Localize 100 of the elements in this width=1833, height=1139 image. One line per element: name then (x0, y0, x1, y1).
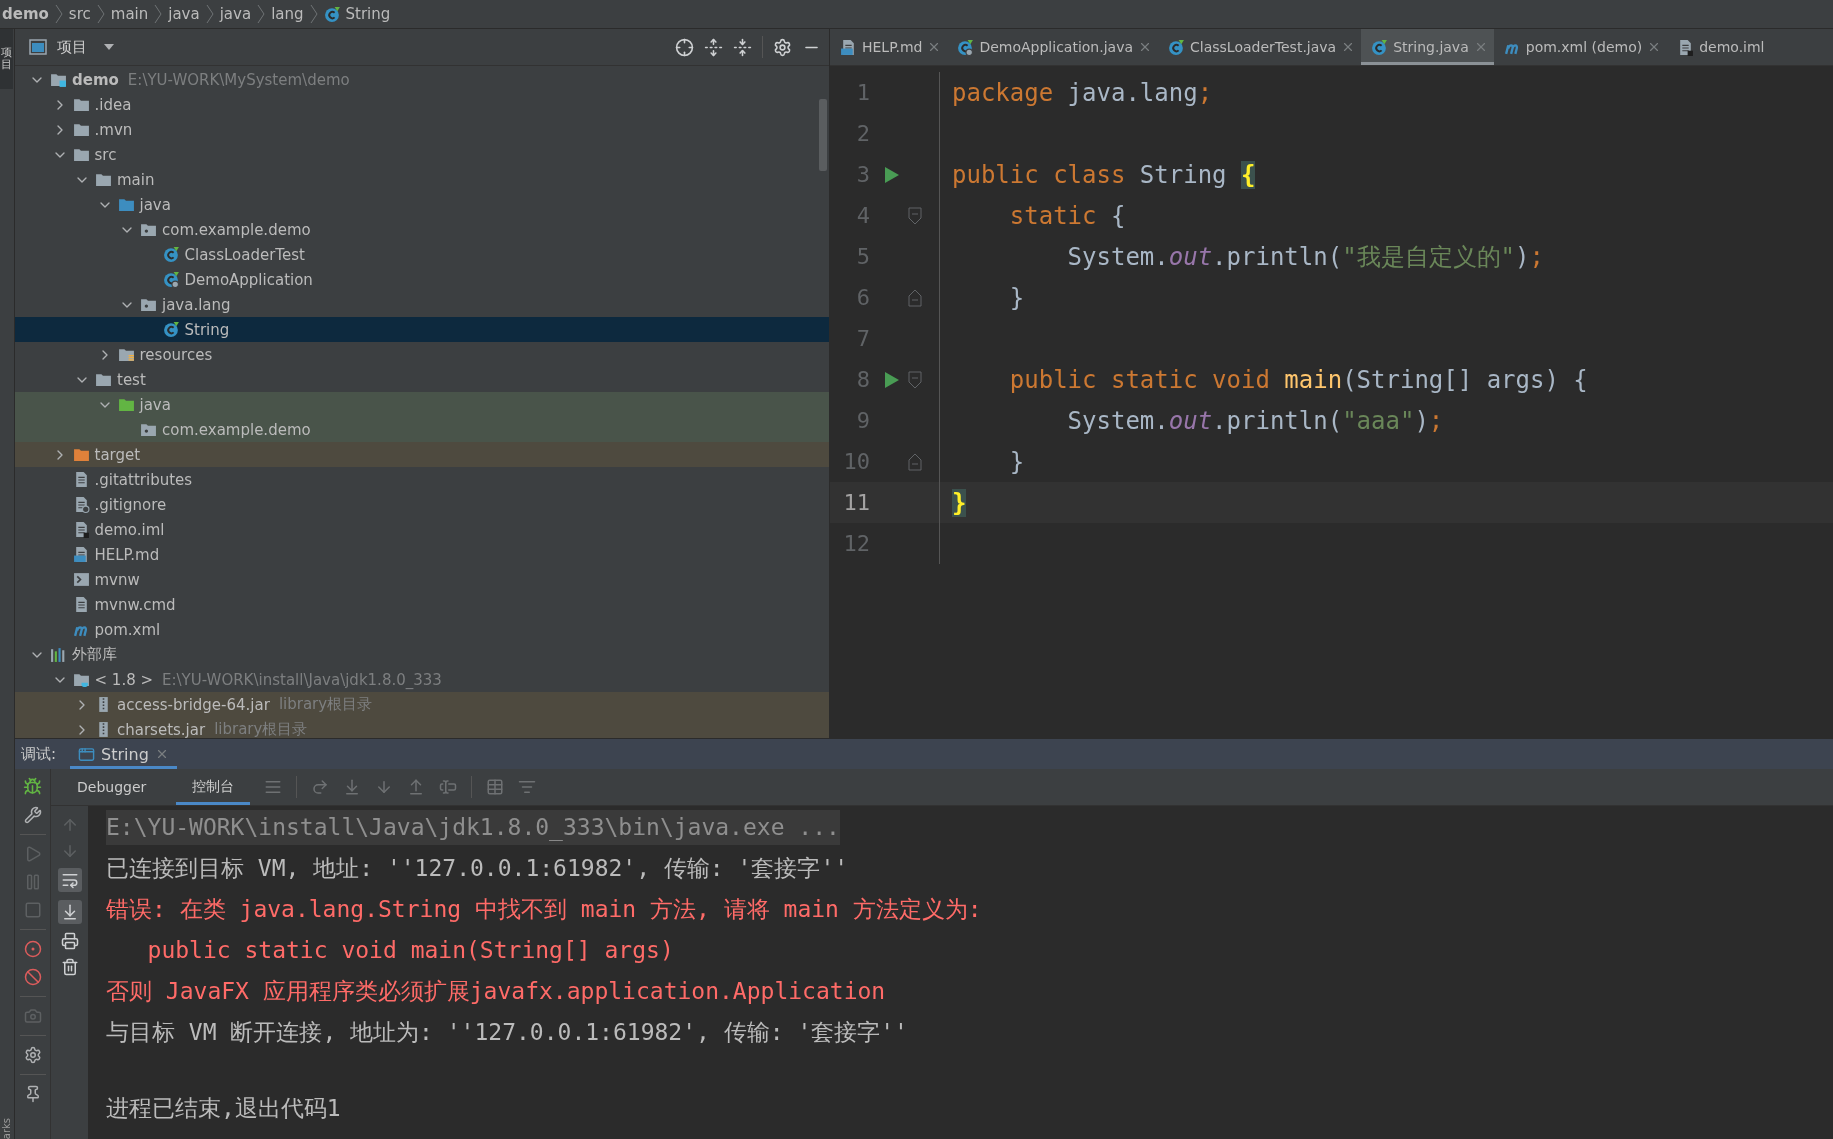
fold-marker-icon[interactable] (908, 205, 922, 226)
line-number: 12 (842, 531, 870, 556)
tree-item[interactable]: access-bridge-64.jar library根目录 (15, 692, 829, 717)
collapse-all-icon[interactable] (733, 37, 752, 57)
tree-item[interactable]: mvnw (15, 567, 829, 592)
path-hint: library根目录 (214, 720, 308, 738)
folder-icon (72, 121, 90, 138)
window-icon (29, 39, 47, 55)
trash-icon[interactable] (60, 958, 79, 976)
tree-item[interactable]: src (15, 142, 829, 167)
tree-item[interactable]: .gitattributes (15, 467, 829, 492)
breadcrumb-item[interactable]: java (219, 5, 252, 23)
tree-item[interactable]: 外部库 (15, 642, 829, 667)
debug-tab[interactable]: 控制台 (176, 769, 251, 805)
editor-tab[interactable]: DemoApplication.java (947, 29, 1159, 65)
line-number: 10 (842, 449, 870, 474)
tree-item[interactable]: HELP.md (15, 542, 829, 567)
tree-item[interactable]: java.lang (15, 292, 829, 317)
session-tab[interactable]: String (70, 739, 177, 769)
editor-tab[interactable]: pom.xml (demo) (1493, 29, 1668, 65)
step-over-icon[interactable] (311, 778, 330, 796)
run-icon[interactable] (884, 370, 900, 389)
chevron-icon (257, 4, 266, 24)
line-number: 5 (855, 244, 870, 269)
console-line: 进程已结束,退出代码1 (106, 1094, 341, 1123)
breadcrumb-item[interactable]: lang (271, 5, 304, 23)
print-icon[interactable] (60, 932, 79, 950)
tree-item[interactable]: charsets.jar library根目录 (15, 717, 829, 738)
tree-item[interactable]: < 1.8 > E:\YU-WORK\install\Java\jdk1.8.0_333 (15, 667, 829, 692)
package-folder-icon (140, 296, 157, 313)
panel-title[interactable]: 项目 (57, 37, 87, 57)
scrollbar-thumb[interactable] (819, 99, 827, 171)
tree-item[interactable]: com.example.demo (15, 417, 829, 442)
class-icon (162, 321, 180, 338)
fold-marker-icon[interactable] (908, 287, 922, 308)
breakpoints-icon[interactable] (23, 940, 42, 958)
tree-item[interactable]: java (15, 392, 829, 417)
trace-icon[interactable] (518, 778, 537, 796)
code-line: static { (1008, 201, 1126, 230)
tree-item[interactable]: target (15, 442, 829, 467)
tree-item[interactable]: mvnw.cmd (15, 592, 829, 617)
line-number: 3 (855, 162, 870, 187)
tree-item[interactable]: .idea (15, 92, 829, 117)
tree-item[interactable]: DemoApplication (15, 267, 829, 292)
library-icon (50, 646, 67, 663)
scroll-to-end-toggle[interactable] (57, 900, 82, 924)
breadcrumb-item[interactable]: demo (2, 5, 49, 23)
console-line: 错误: 在类 java.lang.String 中找不到 main 方法, 请将 main 方法定义为: (106, 895, 982, 924)
tree-item[interactable]: pom.xml (15, 617, 829, 642)
run-to-cursor-icon[interactable] (439, 778, 458, 796)
soft-wrap-toggle[interactable] (57, 868, 82, 892)
tree-item[interactable]: resources (15, 342, 829, 367)
expand-all-icon[interactable] (704, 37, 723, 57)
dropdown-icon[interactable] (103, 43, 115, 51)
bug-icon[interactable] (23, 777, 42, 796)
tree-item[interactable]: .mvn (15, 117, 829, 142)
class-icon (1168, 38, 1186, 56)
editor-tab[interactable]: HELP.md (830, 29, 948, 65)
tree-item[interactable]: .gitignore (15, 492, 829, 517)
tree-item[interactable]: demo.iml (15, 517, 829, 542)
mute-breakpoints-icon[interactable] (23, 968, 42, 986)
crosshair-icon[interactable] (675, 37, 694, 57)
tree-item[interactable]: demo E:\YU-WORK\MySystem\demo (15, 67, 829, 92)
path-hint: E:\YU-WORK\MySystem\demo (127, 70, 350, 89)
editor-tab[interactable]: ClassLoaderTest.java (1158, 29, 1362, 65)
editor-tab[interactable]: demo.iml (1667, 29, 1771, 65)
path-hint: E:\YU-WORK\install\Java\jdk1.8.0_333 (162, 670, 442, 689)
breadcrumb-item[interactable]: src (68, 5, 91, 23)
wrap-icon (60, 871, 79, 889)
run-icon[interactable] (884, 165, 900, 184)
tool-window-tab[interactable]: 项目 (0, 29, 13, 90)
tree-item[interactable]: java (15, 192, 829, 217)
evaluate-icon[interactable] (486, 778, 505, 796)
settings-icon[interactable] (23, 1046, 42, 1064)
tree-item[interactable]: test (15, 367, 829, 392)
tree-item[interactable]: ClassLoaderTest (15, 242, 829, 267)
fold-marker-icon[interactable] (908, 451, 922, 472)
folder-icon (117, 346, 135, 363)
code-line: System.out.println("我是自定义的"); (1066, 241, 1544, 273)
tool-window-tab[interactable]: arks (0, 1117, 14, 1139)
line-number: 8 (855, 367, 870, 392)
wrench-icon[interactable] (23, 806, 42, 824)
folder-icon (117, 196, 135, 213)
tree-item[interactable]: String (15, 317, 829, 342)
line-number: 7 (855, 326, 870, 351)
line-number: 4 (855, 203, 870, 228)
tree-item[interactable]: com.example.demo (15, 217, 829, 242)
breadcrumb-item[interactable]: main (110, 5, 149, 23)
settings-icon[interactable] (773, 37, 792, 57)
editor-tab[interactable]: String.java (1361, 29, 1494, 65)
fold-marker-icon[interactable] (908, 369, 922, 390)
breadcrumb-item[interactable]: java (168, 5, 200, 23)
class-icon (957, 38, 975, 56)
file-icon (1677, 38, 1695, 56)
debug-tab[interactable]: Debugger (61, 769, 163, 805)
breadcrumb-item[interactable]: String (323, 5, 391, 23)
code-line: } (1008, 447, 1025, 476)
line-number: 6 (855, 285, 870, 310)
menu-icon[interactable] (264, 778, 283, 796)
tree-item[interactable]: main (15, 167, 829, 192)
